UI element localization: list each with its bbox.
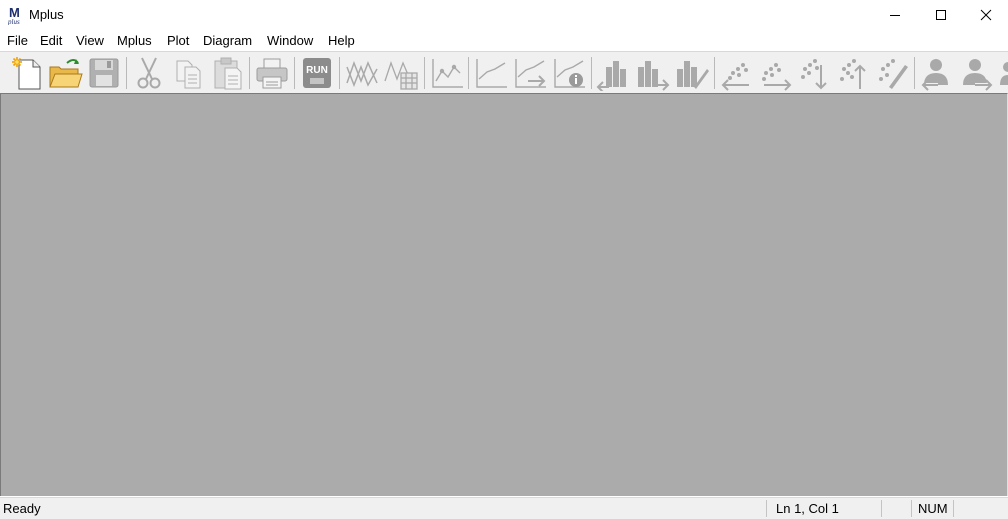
save-icon [89, 58, 119, 88]
plot-lines-button[interactable] [344, 55, 380, 91]
paste-button[interactable] [210, 55, 246, 91]
toolbar-separator [126, 57, 127, 89]
menu-file[interactable]: File [7, 33, 28, 48]
paste-icon [214, 57, 242, 90]
scatter-right-icon [762, 63, 792, 91]
menu-view[interactable]: View [76, 33, 104, 48]
open-button[interactable] [48, 55, 84, 91]
close-icon [980, 9, 992, 21]
plot-table-icon [384, 61, 418, 90]
new-file-button[interactable] [9, 55, 45, 91]
toolbar-separator [424, 57, 425, 89]
menu-mplus[interactable]: Mplus [117, 33, 152, 48]
plot-table-button[interactable] [383, 55, 419, 91]
copy-button[interactable] [171, 55, 207, 91]
scatter-down-button[interactable] [797, 55, 833, 91]
histogram-left-icon [596, 61, 626, 91]
status-separator [953, 500, 954, 517]
histogram-right-button[interactable] [635, 55, 671, 91]
toolbar-separator [294, 57, 295, 89]
status-separator [881, 500, 882, 517]
status-separator [911, 500, 912, 517]
mplus-app-icon[interactable]: M plus [7, 5, 25, 26]
scatter-left-button[interactable] [719, 55, 755, 91]
minimize-icon [890, 15, 900, 16]
scatter-left-icon [721, 63, 749, 91]
copy-icon [176, 60, 201, 89]
histogram-right-icon [638, 61, 670, 91]
plot-lines-icon [346, 60, 378, 88]
plot-line-info-icon [554, 59, 585, 88]
minimize-button[interactable] [872, 0, 918, 30]
person-right-button[interactable] [959, 55, 995, 91]
status-bar: Ready Ln 1, Col 1 NUM [0, 497, 1008, 519]
person-right-icon [963, 59, 993, 91]
scatter-up-button[interactable] [836, 55, 872, 91]
cut-icon [137, 57, 161, 89]
person-more-button[interactable] [998, 55, 1008, 91]
menu-bar: File Edit View Mplus Plot Diagram Window… [0, 30, 1008, 51]
toolbar-separator [468, 57, 469, 89]
plot-line-info-button[interactable] [551, 55, 587, 91]
run-icon: RUN [303, 58, 331, 88]
plot-line-icon [476, 59, 507, 88]
new-file-icon [12, 57, 41, 90]
menu-window[interactable]: Window [267, 33, 313, 48]
person-more-icon [1000, 62, 1008, 85]
cursor-position: Ln 1, Col 1 [776, 501, 839, 516]
status-separator [766, 500, 767, 517]
save-button[interactable] [86, 55, 122, 91]
scatter-down-icon [801, 59, 827, 90]
plot-line-button[interactable] [473, 55, 509, 91]
open-folder-icon [49, 59, 83, 88]
scatter-up-icon [840, 59, 866, 89]
person-left-button[interactable] [918, 55, 954, 91]
histogram-edit-button[interactable] [674, 55, 710, 91]
run-button[interactable]: RUN [299, 55, 335, 91]
person-left-icon [921, 59, 948, 91]
print-button[interactable] [254, 55, 290, 91]
maximize-icon [936, 10, 946, 20]
status-text: Ready [3, 501, 41, 516]
title-bar: M plus Mplus [0, 0, 1008, 30]
numlock-indicator: NUM [918, 501, 948, 516]
plot-view-icon [432, 59, 463, 88]
mdi-workspace[interactable] [0, 93, 1008, 496]
maximize-button[interactable] [918, 0, 964, 30]
toolbar-separator [714, 57, 715, 89]
plot-line-arrow-button[interactable] [512, 55, 548, 91]
svg-text:plus: plus [7, 18, 20, 25]
toolbar: RUN [0, 51, 1008, 94]
svg-text:RUN: RUN [306, 65, 328, 76]
menu-diagram[interactable]: Diagram [203, 33, 252, 48]
close-button[interactable] [963, 0, 1008, 30]
scatter-right-button[interactable] [758, 55, 794, 91]
histogram-edit-icon [677, 61, 709, 89]
toolbar-separator [249, 57, 250, 89]
histogram-left-button[interactable] [596, 55, 632, 91]
menu-plot[interactable]: Plot [167, 33, 189, 48]
toolbar-separator [339, 57, 340, 89]
cut-button[interactable] [131, 55, 167, 91]
print-icon [256, 58, 288, 89]
menu-help[interactable]: Help [328, 33, 355, 48]
window-title: Mplus [29, 7, 64, 22]
plot-line-arrow-icon [515, 59, 546, 88]
toolbar-separator [591, 57, 592, 89]
scatter-edit-button[interactable] [875, 55, 911, 91]
plot-view-button[interactable] [429, 55, 465, 91]
menu-edit[interactable]: Edit [40, 33, 62, 48]
toolbar-separator [914, 57, 915, 89]
scatter-edit-icon [879, 59, 908, 89]
